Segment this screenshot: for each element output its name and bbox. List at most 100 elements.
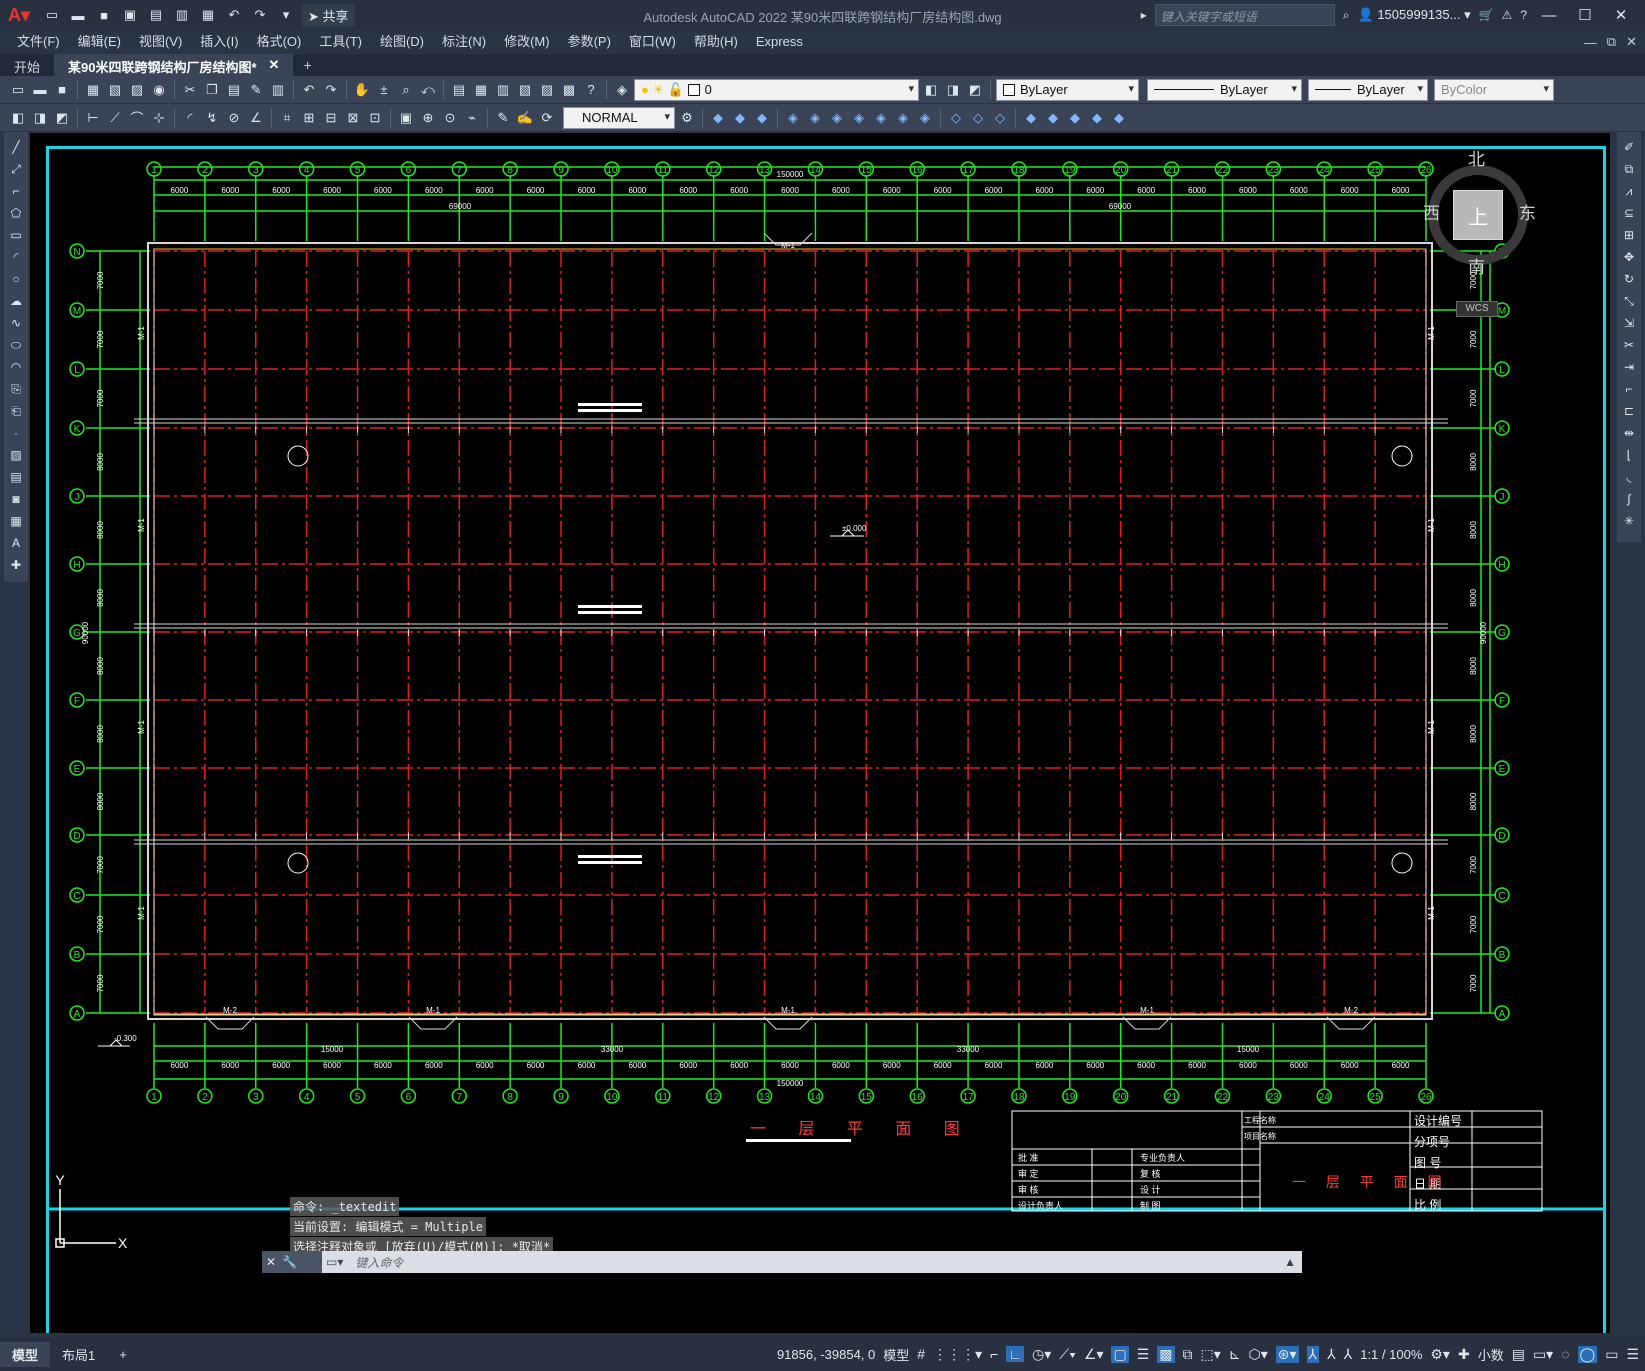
viewcube-east[interactable]: 东: [1519, 199, 1536, 224]
arc-length-icon[interactable]: ⌒: [127, 108, 147, 128]
viewcube-north[interactable]: 北: [1468, 145, 1485, 170]
cart-icon[interactable]: 🛒: [1479, 8, 1494, 22]
qnew-icon[interactable]: ▭: [8, 80, 28, 100]
mirror-icon[interactable]: ⩘: [1620, 182, 1638, 200]
gizmo-icon[interactable]: ⊛▾: [1275, 1345, 1299, 1363]
align3d-icon[interactable]: ◆: [1065, 108, 1085, 128]
cone-icon[interactable]: ◆: [752, 108, 772, 128]
diameter-dim-icon[interactable]: ⊘: [224, 108, 244, 128]
layer-iso-icon[interactable]: ◨: [30, 108, 50, 128]
doc-minimize-icon[interactable]: —: [1584, 35, 1597, 50]
arc-icon[interactable]: ◜: [7, 248, 25, 266]
recent-commands-icon[interactable]: ▭▾: [322, 1255, 347, 1269]
plotstyle-dropdown[interactable]: ByColor: [1434, 78, 1554, 101]
redo-icon[interactable]: ↷: [321, 80, 341, 100]
quick-dim-icon[interactable]: ⌗: [277, 108, 297, 128]
scale-dropdown[interactable]: 1:1 / 100%: [1360, 1347, 1422, 1362]
aligned-dim-icon[interactable]: ⟋: [105, 108, 125, 128]
close-command-icon[interactable]: ✕: [266, 1255, 276, 1269]
quick-properties-icon[interactable]: ▤: [1512, 1346, 1525, 1363]
ortho-icon[interactable]: ∟: [1006, 1346, 1025, 1362]
maximize-button[interactable]: ☐: [1571, 6, 1599, 24]
scale-icon[interactable]: ⤡: [1620, 292, 1638, 310]
model-space-toggle[interactable]: 模型: [883, 1345, 909, 1364]
open-folder-icon[interactable]: ▬: [68, 5, 88, 25]
viewcube-west[interactable]: 西: [1423, 199, 1440, 224]
menu-modify[interactable]: 修改(M): [495, 30, 559, 54]
copy-icon[interactable]: ❐: [202, 80, 222, 100]
polygon-icon[interactable]: ⬠: [7, 204, 25, 222]
array-icon[interactable]: ⊞: [1620, 226, 1638, 244]
export-icon[interactable]: ▤: [146, 5, 166, 25]
snap-icon[interactable]: ⋮⋮⋮▾: [933, 1346, 982, 1363]
linear-dim-icon[interactable]: ⊢: [83, 108, 103, 128]
tolerance-icon[interactable]: ▣: [396, 108, 416, 128]
center-mark-icon[interactable]: ⊕: [418, 108, 438, 128]
table-icon[interactable]: ▦: [7, 512, 25, 530]
grid-icon[interactable]: #: [917, 1346, 925, 1362]
plot-preview-icon[interactable]: ▧: [105, 80, 125, 100]
menu-draw[interactable]: 绘图(D): [371, 30, 433, 54]
inspect-icon[interactable]: ⊙: [440, 108, 460, 128]
annotation-visibility-icon[interactable]: ⅄: [1306, 1345, 1320, 1363]
menu-insert[interactable]: 插入(I): [191, 30, 247, 54]
lineweight-dropdown[interactable]: ByLayer: [1308, 78, 1428, 101]
paste-icon[interactable]: ▤: [224, 80, 244, 100]
linetype-dropdown[interactable]: ByLayer: [1147, 78, 1302, 101]
presspull-icon[interactable]: ◈: [805, 108, 825, 128]
angular-dim-icon[interactable]: ∠: [246, 108, 266, 128]
block-editor-icon[interactable]: ▥: [268, 80, 288, 100]
union-icon[interactable]: ◈: [893, 108, 913, 128]
insert-block-icon[interactable]: ⎘: [7, 380, 25, 398]
layer-properties-icon[interactable]: ◈: [612, 80, 632, 100]
polar-tracking-icon[interactable]: ◷▾: [1032, 1346, 1051, 1363]
ellipse-arc-icon[interactable]: ◠: [7, 358, 25, 376]
expand-search-icon[interactable]: ▸: [1141, 8, 1147, 22]
calculator-icon[interactable]: ▩: [559, 80, 579, 100]
rotate-icon[interactable]: ↻: [1620, 270, 1638, 288]
open-icon[interactable]: ▬: [30, 80, 50, 100]
dim-edit-icon[interactable]: ✎: [493, 108, 513, 128]
publish-icon[interactable]: ▨: [127, 80, 147, 100]
layer-state-icon[interactable]: ◩: [965, 80, 985, 100]
chamfer-icon[interactable]: ⌊: [1620, 446, 1638, 464]
pan-icon[interactable]: ✋: [352, 80, 372, 100]
point-icon[interactable]: ·: [7, 424, 25, 442]
blend-icon[interactable]: ∫: [1620, 490, 1638, 508]
spline-icon[interactable]: ∿: [7, 314, 25, 332]
layer-dropdown[interactable]: ● ☀ 🔓 0: [634, 78, 919, 101]
help-icon[interactable]: ?: [1520, 8, 1527, 22]
trim-icon[interactable]: ✂: [1620, 336, 1638, 354]
menu-format[interactable]: 格式(O): [248, 30, 311, 54]
close-button[interactable]: ✕: [1607, 6, 1635, 24]
units-dropdown[interactable]: 小数: [1478, 1345, 1504, 1364]
match-properties-icon[interactable]: ✎: [246, 80, 266, 100]
plot-icon[interactable]: ▦: [83, 80, 103, 100]
tab-model[interactable]: 模型: [0, 1341, 51, 1367]
interfere-icon[interactable]: ◇: [968, 108, 988, 128]
customization-icon[interactable]: ☰: [1626, 1346, 1639, 1363]
properties-icon[interactable]: ▤: [449, 80, 469, 100]
menu-dimension[interactable]: 标注(N): [433, 30, 495, 54]
revision-cloud-icon[interactable]: ☁: [7, 292, 25, 310]
viewcube-top-face[interactable]: 上: [1453, 190, 1503, 240]
extrude-icon[interactable]: ◈: [783, 108, 803, 128]
new-file-icon[interactable]: ▭: [42, 5, 62, 25]
rectangle-icon[interactable]: ▭: [7, 226, 25, 244]
add-layout-button[interactable]: +: [107, 1344, 139, 1365]
annotation-monitor-icon[interactable]: ✚: [1458, 1346, 1470, 1363]
line-icon[interactable]: ╱: [7, 138, 25, 156]
menu-tools[interactable]: 工具(T): [310, 30, 371, 54]
save-icon[interactable]: ■: [94, 5, 114, 25]
wedge-icon[interactable]: ◆: [730, 108, 750, 128]
jogged-dim-icon[interactable]: ↯: [202, 108, 222, 128]
undo-icon[interactable]: ↶: [224, 5, 244, 25]
sweep-icon[interactable]: ◈: [827, 108, 847, 128]
hatch-icon[interactable]: ▨: [7, 446, 25, 464]
baseline-dim-icon[interactable]: ⊞: [299, 108, 319, 128]
user-account[interactable]: 👤 1505999135... ▾: [1358, 7, 1471, 23]
ordinate-dim-icon[interactable]: ⊹: [149, 108, 169, 128]
new-tab-button[interactable]: +: [293, 54, 321, 76]
clean-screen-icon[interactable]: ▭: [1605, 1346, 1618, 1363]
add-selected-icon[interactable]: ✚: [7, 556, 25, 574]
